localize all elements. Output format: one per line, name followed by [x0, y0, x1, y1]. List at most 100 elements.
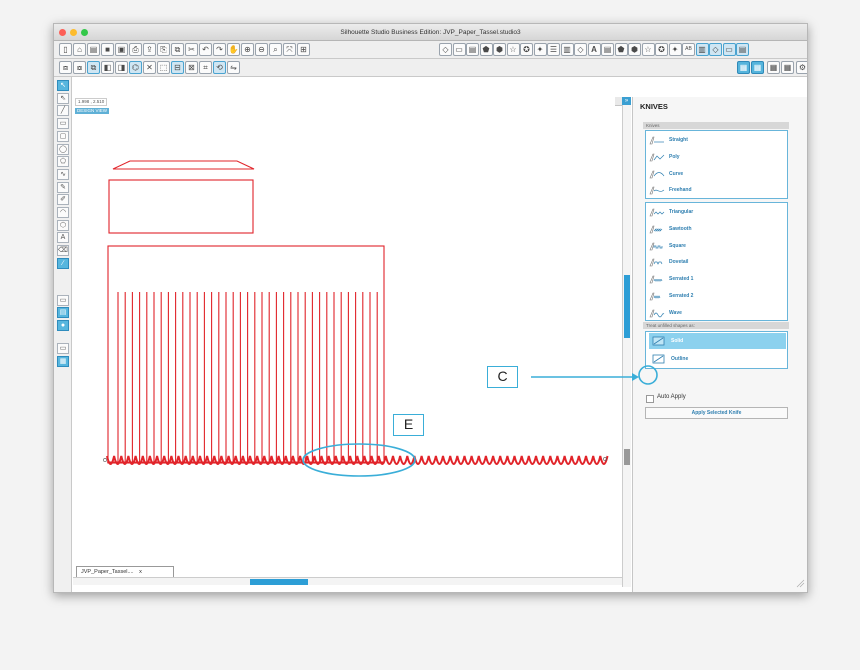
zoom-slider-thumb[interactable] [624, 449, 630, 465]
curve-tool-icon[interactable]: ∿ [57, 168, 69, 180]
subtract-icon[interactable]: ⊟ [171, 61, 184, 74]
node-handle[interactable] [103, 458, 107, 462]
sketch-page-icon[interactable]: ▦ [767, 61, 780, 74]
settings-icon[interactable]: ▤ [736, 43, 749, 56]
design-view-badge[interactable]: DESIGN VIEW [75, 108, 110, 114]
library-icon[interactable]: ✦ [668, 43, 682, 56]
apply-selected-knife-button[interactable]: Apply Selected Knife [645, 407, 788, 419]
align-icon[interactable]: ⌬ [129, 61, 142, 74]
shape-tool-icon[interactable]: ◇ [439, 43, 452, 56]
horizontal-scroll-thumb[interactable] [250, 579, 308, 585]
design-page-icon[interactable]: ▦ [737, 61, 750, 74]
minimize-window-button[interactable] [70, 29, 77, 36]
knife-option-straight[interactable]: Straight [649, 133, 688, 147]
text-style-icon[interactable]: A [587, 43, 601, 56]
crop-icon[interactable]: ⌗ [199, 61, 212, 74]
rounded-rect-icon[interactable]: ▢ [57, 130, 69, 142]
gear-icon[interactable]: ⚙ [796, 61, 807, 74]
treat-outline-option[interactable]: Outline [649, 351, 786, 367]
select-tool-icon[interactable]: ↖ [57, 80, 69, 91]
freehand-tool-icon[interactable]: ✎ [57, 181, 69, 193]
pan-icon[interactable]: ✋ [227, 43, 240, 56]
document-tab[interactable]: JVP_Paper_Tassel.... x [76, 566, 174, 577]
send-panel-icon[interactable]: ▥ [695, 43, 709, 56]
knife-icon[interactable]: ☆ [641, 43, 655, 56]
tassel-cap-shape[interactable] [112, 160, 255, 170]
break-icon[interactable]: ✕ [143, 61, 156, 74]
color-panel-icon[interactable]: ● [57, 320, 69, 331]
rhinestone-icon[interactable]: ✦ [533, 43, 547, 56]
arc-tool-icon[interactable]: ◠ [57, 207, 69, 218]
print-icon[interactable]: ⎙ [129, 43, 142, 56]
intersect-icon[interactable]: ⊠ [185, 61, 198, 74]
resize-grip-icon[interactable] [795, 575, 805, 589]
bottom-panel-icon[interactable]: ▭ [57, 343, 69, 354]
group-icon[interactable]: ⧈ [59, 61, 72, 74]
library-page-icon[interactable]: ▦ [751, 61, 764, 74]
knife-option-serrated2[interactable]: Serrated 2 [649, 289, 693, 303]
open-icon[interactable]: ⌂ [73, 43, 86, 56]
close-window-button[interactable] [59, 29, 66, 36]
zoom-fit-icon[interactable]: ⤧ [283, 43, 296, 56]
undo-icon[interactable]: ↶ [199, 43, 212, 56]
horizontal-scrollbar[interactable] [73, 577, 623, 585]
redo-icon[interactable]: ↷ [213, 43, 226, 56]
rotate-icon[interactable]: ⟲ [213, 61, 226, 74]
combine-icon[interactable]: ⧉ [87, 61, 100, 74]
trace-icon[interactable]: ⬢ [628, 43, 641, 56]
point-edit-icon[interactable]: ⇖ [57, 92, 69, 104]
page-icon[interactable]: ▭ [722, 43, 736, 56]
design-canvas[interactable] [73, 96, 615, 568]
new-doc-icon[interactable]: ▯ [59, 43, 72, 56]
weld-icon[interactable]: ⬚ [157, 61, 170, 74]
cut-icon[interactable]: ✂ [185, 43, 198, 56]
fringe-lines[interactable] [117, 292, 378, 462]
zoom-window-button[interactable] [81, 29, 88, 36]
polygon-tool-icon[interactable]: ⬠ [57, 156, 69, 168]
text-tool-icon[interactable]: A [57, 232, 69, 244]
knife-option-sawtooth[interactable]: Sawtooth [649, 222, 692, 236]
knife-option-freehand[interactable]: Freehand [649, 183, 692, 197]
save-as-icon[interactable]: ▣ [115, 43, 128, 56]
knife-option-curve[interactable]: Curve [649, 167, 683, 181]
collapse-panel-icon[interactable]: » [622, 97, 631, 105]
line-style-icon[interactable]: ▥ [560, 43, 574, 56]
zoom-in-icon[interactable]: ⊕ [241, 43, 254, 56]
line-icon[interactable]: ▤ [466, 43, 479, 56]
cut-style-icon[interactable]: ☆ [506, 43, 520, 56]
zoom-box-icon[interactable]: ⌕ [269, 43, 282, 56]
page-view-icon[interactable]: ▭ [57, 295, 69, 306]
knife-option-square[interactable]: Square [649, 239, 686, 253]
fill-icon[interactable]: ▭ [452, 43, 466, 56]
auto-apply-checkbox[interactable] [646, 395, 654, 403]
zoom-out-icon[interactable]: ⊖ [255, 43, 268, 56]
knife-option-wave[interactable]: Wave [649, 306, 682, 320]
knife-option-poly[interactable]: Poly [649, 150, 680, 164]
bring-front-icon[interactable]: ◧ [101, 61, 114, 74]
pix-scan-icon[interactable]: ✪ [655, 43, 668, 56]
tassel-fringe-frame[interactable] [107, 245, 385, 464]
fill-view-icon[interactable]: ▤ [57, 307, 69, 318]
replicate-icon[interactable]: ▤ [601, 43, 614, 56]
rectangle-tool-icon[interactable]: ▭ [57, 118, 69, 130]
smooth-freehand-icon[interactable]: ✐ [57, 194, 69, 206]
fill-pattern-icon[interactable]: ⬟ [479, 43, 493, 56]
modify-icon[interactable]: ⬟ [614, 43, 628, 56]
flip-icon[interactable]: ⇋ [227, 61, 240, 74]
sketch-icon[interactable]: ☰ [547, 43, 560, 56]
eraser-tool-icon[interactable]: ⌫ [57, 245, 69, 257]
treat-solid-option[interactable]: Solid [649, 333, 786, 349]
document-tab-close-icon[interactable]: x [139, 569, 142, 575]
send-icon[interactable]: ⇪ [143, 43, 156, 56]
send-page-icon[interactable]: ▦ [781, 61, 794, 74]
line-tool-icon[interactable]: ╱ [57, 105, 69, 117]
store-icon[interactable]: AB [682, 43, 695, 56]
grid-panel-icon[interactable]: ▦ [57, 356, 69, 367]
paste-icon[interactable]: ⧉ [171, 43, 184, 56]
knife-tool-icon[interactable]: ∕ [57, 257, 69, 269]
gradient-icon[interactable]: ⬢ [493, 43, 506, 56]
template-icon[interactable]: ▤ [87, 43, 100, 56]
knife-option-serrated1[interactable]: Serrated 1 [649, 272, 693, 286]
grid-icon[interactable]: ◇ [709, 43, 722, 56]
vertical-scrollbar[interactable] [622, 97, 631, 587]
